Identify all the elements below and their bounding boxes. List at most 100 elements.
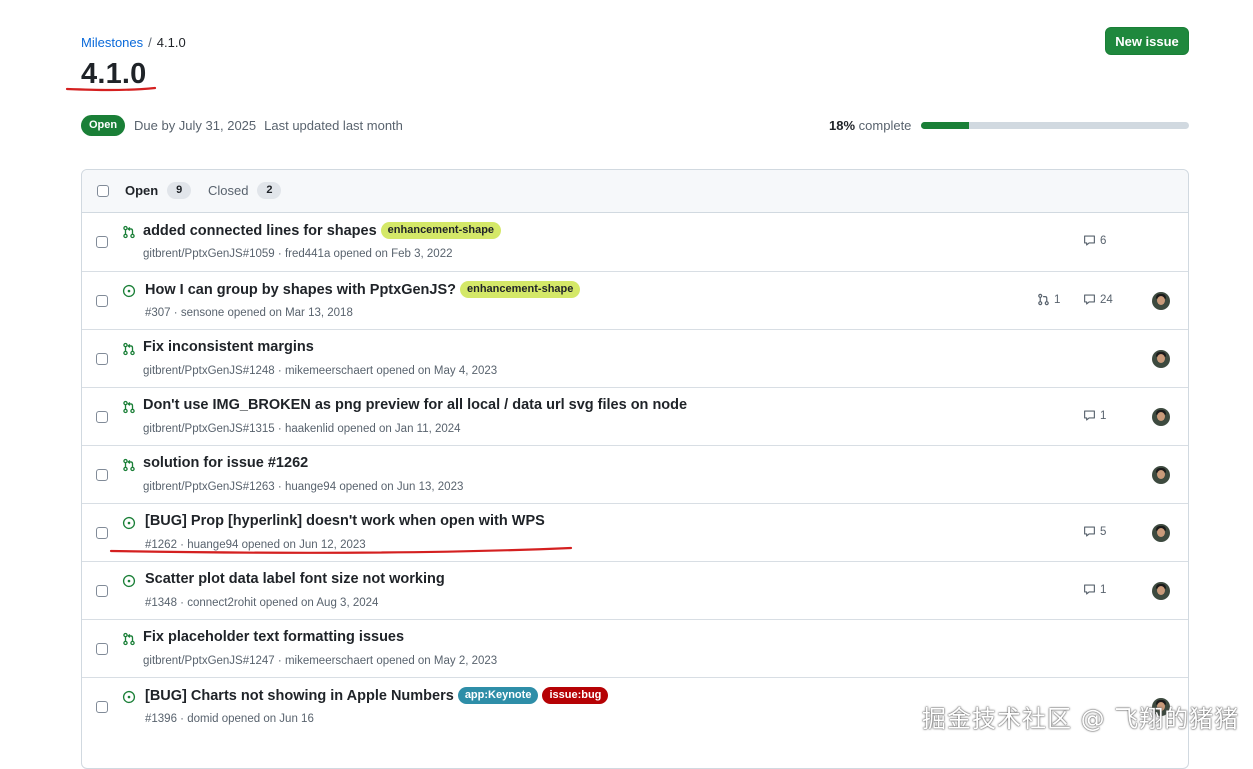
row-opened: opened on Jan 11, 2024: [337, 423, 461, 435]
row-opened: opened on Jun 12, 2023: [241, 539, 366, 551]
page-title: 4.1.0: [81, 58, 147, 90]
assignee-avatar[interactable]: [1152, 524, 1170, 542]
row-opened: opened on May 2, 2023: [376, 655, 498, 667]
issue-row[interactable]: Fix inconsistent margins gitbrent/PptxGen…: [82, 329, 1188, 388]
assignee-avatar[interactable]: [1152, 408, 1170, 426]
comment-count[interactable]: 24: [1083, 293, 1113, 306]
row-label[interactable]: enhancement-shape: [380, 222, 502, 239]
pull-request-icon: [122, 225, 136, 239]
row-checkbox[interactable]: [96, 353, 108, 365]
assignee-avatar[interactable]: [1152, 466, 1170, 484]
row-title-link[interactable]: added connected lines for shapes: [143, 223, 377, 239]
issue-open-icon: [122, 690, 136, 704]
issue-row[interactable]: solution for issue #1262 gitbrent/PptxGen…: [82, 445, 1188, 504]
pull-request-icon: [122, 400, 136, 414]
row-checkbox[interactable]: [96, 585, 108, 597]
row-label[interactable]: enhancement-shape: [460, 281, 581, 298]
issue-row[interactable]: Scatter plot data label font size not wo…: [82, 561, 1188, 620]
row-meta: gitbrent/PptxGenJS#1247 · mikemeerschaer…: [143, 655, 498, 667]
row-title-link[interactable]: Scatter plot data label font size not wo…: [145, 571, 445, 587]
row-author[interactable]: huange94: [187, 539, 238, 551]
linked-pr-count-text: 1: [1054, 293, 1061, 306]
comment-count[interactable]: 6: [1083, 234, 1106, 247]
row-title-link[interactable]: [BUG] Prop [hyperlink] doesn't work when…: [145, 513, 545, 529]
assignee-avatar[interactable]: [1152, 350, 1170, 368]
comment-icon: [1083, 409, 1096, 422]
comment-count[interactable]: 1: [1083, 409, 1106, 422]
linked-pr-icon: [1037, 293, 1050, 306]
row-author[interactable]: domid: [187, 713, 218, 725]
tab-open-count: 9: [167, 182, 192, 199]
progress-percent: 18%: [829, 118, 856, 133]
linked-pr-count[interactable]: 1: [1037, 293, 1060, 306]
watermark: 掘金技术社区 @ 飞翔的猪猪: [922, 705, 1240, 733]
breadcrumb-milestones-link[interactable]: Milestones: [81, 35, 143, 50]
milestone-state-badge: Open: [81, 115, 126, 136]
row-author[interactable]: mikemeerschaert: [285, 365, 373, 377]
row-opened: opened on Aug 3, 2024: [259, 597, 379, 609]
milestone-issue-list: Open 9 Closed 2 added connected lines fo…: [81, 169, 1189, 769]
row-author[interactable]: fred441a: [285, 248, 330, 260]
row-author[interactable]: connect2rohit: [187, 597, 256, 609]
comment-icon: [1083, 525, 1096, 538]
row-ref: gitbrent/PptxGenJS#1263: [143, 481, 275, 493]
tab-open[interactable]: Open 9: [125, 182, 192, 199]
comment-count-text: 6: [1100, 234, 1107, 247]
comment-count-text: 24: [1100, 293, 1113, 306]
comment-count[interactable]: 1: [1083, 583, 1106, 596]
row-checkbox[interactable]: [96, 295, 108, 307]
row-checkbox[interactable]: [96, 701, 108, 713]
row-checkbox[interactable]: [96, 527, 108, 539]
row-opened: opened on May 4, 2023: [376, 365, 498, 377]
comment-count[interactable]: 5: [1083, 525, 1106, 538]
row-ref: #307: [145, 307, 171, 319]
row-ref: gitbrent/PptxGenJS#1247: [143, 655, 275, 667]
issue-row[interactable]: added connected lines for shapes enhancem…: [82, 213, 1188, 271]
list-header: Open 9 Closed 2: [82, 170, 1188, 213]
row-checkbox[interactable]: [96, 411, 108, 423]
row-meta: gitbrent/PptxGenJS#1315 · haakenlid open…: [143, 423, 461, 435]
row-author[interactable]: huange94: [285, 481, 336, 493]
row-ref: gitbrent/PptxGenJS#1059: [143, 248, 275, 260]
row-ref: gitbrent/PptxGenJS#1248: [143, 365, 275, 377]
issue-open-icon: [122, 284, 136, 298]
progress-text: 18% complete: [829, 118, 911, 133]
issue-row[interactable]: [BUG] Prop [hyperlink] doesn't work when…: [82, 503, 1188, 562]
breadcrumb-current: 4.1.0: [156, 35, 186, 50]
issue-row[interactable]: Don't use IMG_BROKEN as png preview for …: [82, 387, 1188, 446]
row-checkbox[interactable]: [96, 469, 108, 481]
row-title-link[interactable]: Fix placeholder text formatting issues: [143, 629, 404, 645]
issue-row[interactable]: Fix placeholder text formatting issues gi…: [82, 619, 1188, 678]
row-meta: #1348 · connect2rohit opened on Aug 3, 2…: [145, 597, 379, 609]
row-title-link[interactable]: [BUG] Charts not showing in Apple Number…: [145, 688, 454, 704]
new-issue-button[interactable]: New issue: [1105, 27, 1189, 55]
row-title-link[interactable]: Don't use IMG_BROKEN as png preview for …: [143, 397, 687, 413]
row-title-link[interactable]: solution for issue #1262: [143, 455, 308, 471]
comment-icon: [1083, 293, 1096, 306]
row-title-link[interactable]: How I can group by shapes with PptxGenJS…: [145, 282, 456, 298]
row-meta: gitbrent/PptxGenJS#1248 · mikemeerschaer…: [143, 365, 498, 377]
issue-open-icon: [122, 574, 136, 588]
progress-bar-fill: [921, 122, 970, 129]
row-opened: opened on Jun 13, 2023: [339, 481, 464, 493]
row-title-link[interactable]: Fix inconsistent margins: [143, 339, 314, 355]
row-ref: #1262: [145, 539, 177, 551]
row-label[interactable]: app:Keynote: [457, 687, 539, 704]
row-opened: opened on Mar 13, 2018: [227, 307, 353, 319]
row-checkbox[interactable]: [96, 643, 108, 655]
breadcrumb: Milestones / 4.1.0: [81, 35, 186, 50]
select-all-checkbox[interactable]: [97, 185, 109, 197]
row-author[interactable]: sensone: [181, 307, 224, 319]
tab-closed[interactable]: Closed 2: [208, 182, 282, 199]
issue-row[interactable]: How I can group by shapes with PptxGenJS…: [82, 271, 1188, 330]
row-ref: gitbrent/PptxGenJS#1315: [143, 423, 275, 435]
assignee-avatar[interactable]: [1152, 292, 1170, 310]
row-title: Scatter plot data label font size not wo…: [145, 571, 445, 587]
row-label[interactable]: issue:bug: [542, 687, 609, 704]
row-checkbox[interactable]: [96, 236, 108, 248]
row-author[interactable]: haakenlid: [285, 423, 334, 435]
row-meta: #307 · sensone opened on Mar 13, 2018: [145, 307, 353, 319]
assignee-avatar[interactable]: [1152, 582, 1170, 600]
comment-count-text: 5: [1100, 525, 1107, 538]
row-author[interactable]: mikemeerschaert: [285, 655, 373, 667]
